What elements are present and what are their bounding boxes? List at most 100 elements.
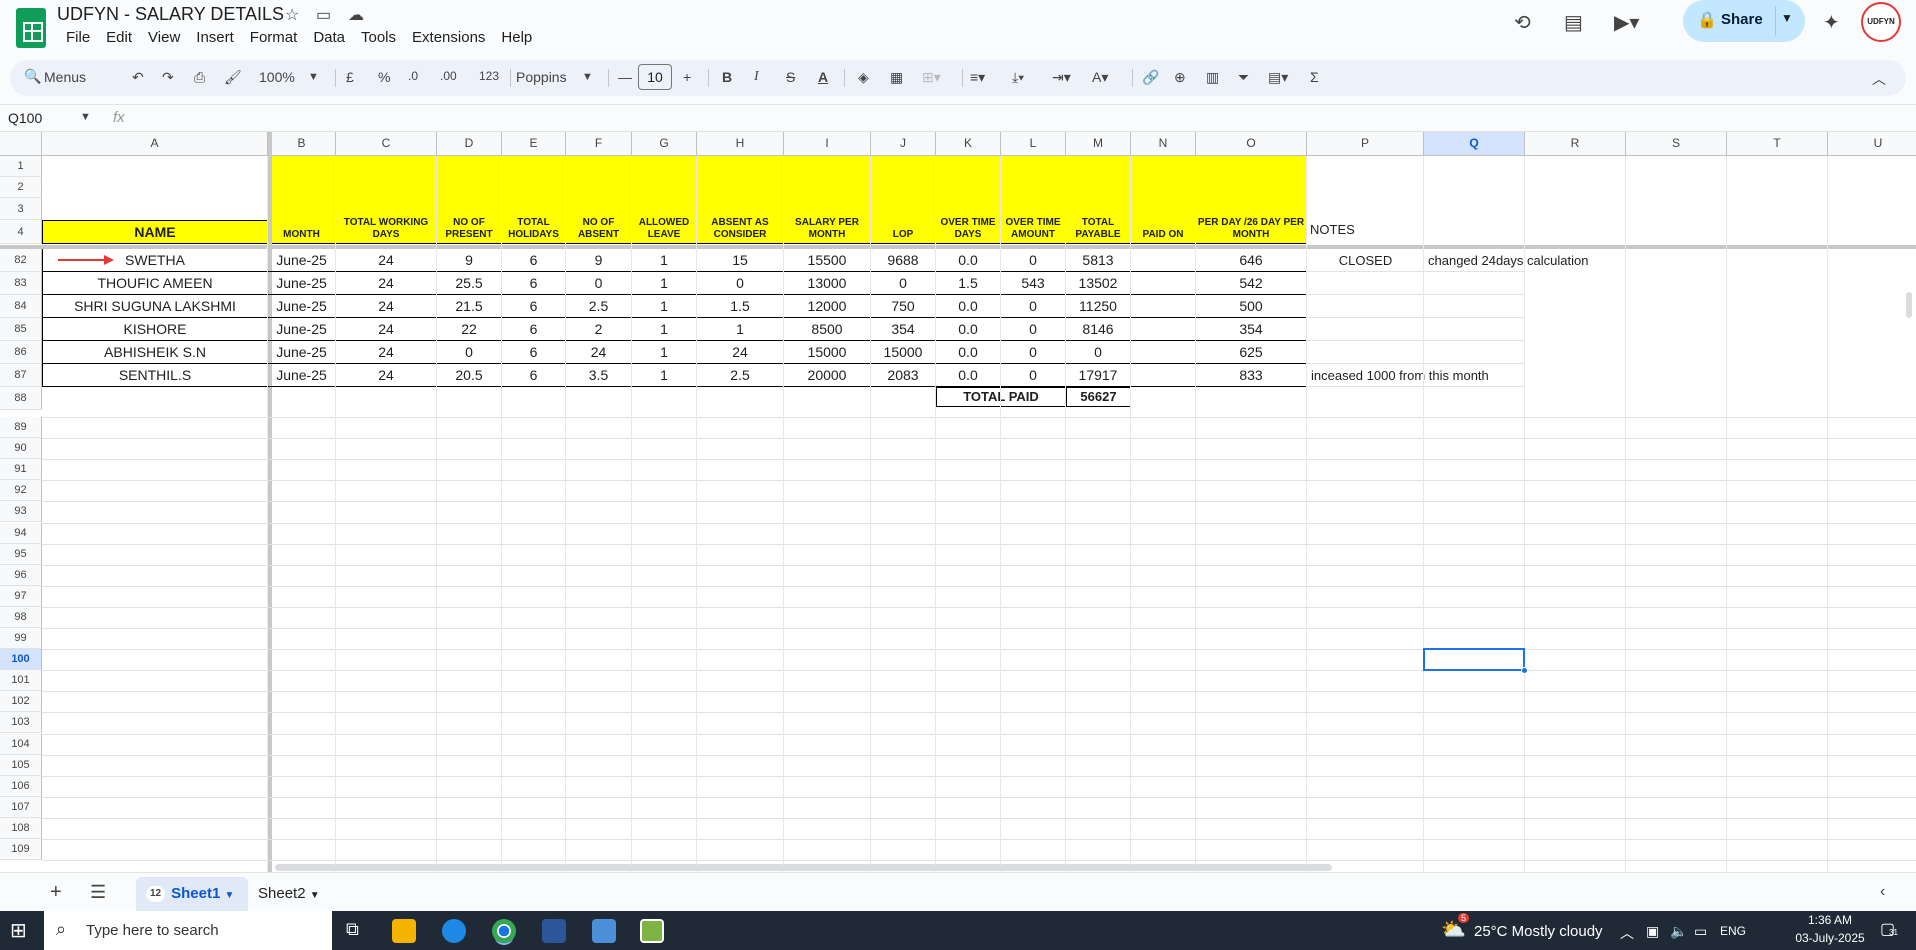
cell-month[interactable]: June-25 <box>268 295 336 318</box>
fill-color-icon[interactable]: ◈ <box>858 69 869 86</box>
menu-view[interactable]: View <box>140 28 188 48</box>
cell-lop[interactable]: 354 <box>871 318 936 341</box>
cell-ot-days[interactable]: 0.0 <box>936 249 1001 272</box>
app-icon[interactable] <box>640 919 664 943</box>
cell-note-q[interactable] <box>1424 272 1525 295</box>
sheets-logo-icon[interactable] <box>16 8 46 48</box>
column-header-b[interactable]: B <box>268 132 336 156</box>
cell-note-q[interactable] <box>1424 341 1525 364</box>
text-color-icon[interactable]: A <box>818 69 828 85</box>
column-header-c[interactable]: C <box>336 132 437 156</box>
network-icon[interactable]: ▭ <box>1694 923 1707 940</box>
cell-note-p[interactable] <box>1307 295 1424 318</box>
all-sheets-icon[interactable]: ☰ <box>90 882 106 903</box>
column-header-t[interactable]: T <box>1727 132 1828 156</box>
row-header-82[interactable]: 82 <box>0 249 42 272</box>
cell-allowed[interactable]: 1 <box>632 272 697 295</box>
cell-salary[interactable]: 20000 <box>784 364 871 387</box>
font-size-increase-icon[interactable]: + <box>683 69 691 85</box>
font-select[interactable]: Poppins <box>516 69 567 85</box>
menu-insert[interactable]: Insert <box>188 28 242 48</box>
search-menus[interactable]: 🔍 Menus <box>18 65 128 91</box>
row-header-83[interactable]: 83 <box>0 272 42 295</box>
explore-collapse-icon[interactable]: ‹ <box>1880 883 1885 901</box>
cell-paid-on[interactable] <box>1131 341 1196 364</box>
cell-paid-on[interactable] <box>1131 364 1196 387</box>
row-header-107[interactable]: 107 <box>0 796 42 818</box>
cell-name[interactable]: ABHISHEIK S.N <box>42 341 268 364</box>
cell-holidays[interactable]: 6 <box>502 318 566 341</box>
cell-note-p[interactable] <box>1307 318 1424 341</box>
filter-icon[interactable]: ⏷ <box>1238 69 1249 86</box>
menu-extensions[interactable]: Extensions <box>404 28 493 48</box>
cell-note-q[interactable] <box>1424 318 1525 341</box>
row-header-96[interactable]: 96 <box>0 564 42 586</box>
text-rotation-icon[interactable]: A▾ <box>1092 69 1108 86</box>
cell-holidays[interactable]: 6 <box>502 272 566 295</box>
cell-paid-on[interactable] <box>1131 295 1196 318</box>
cell-lop[interactable]: 9688 <box>871 249 936 272</box>
cell-payable[interactable]: 8146 <box>1066 318 1131 341</box>
cell-salary[interactable]: 15500 <box>784 249 871 272</box>
cell-per-day[interactable]: 625 <box>1196 341 1307 364</box>
cell-consider[interactable]: 2.5 <box>697 364 784 387</box>
cell-absent[interactable]: 2.5 <box>566 295 632 318</box>
control-panel-icon[interactable] <box>592 919 616 943</box>
redo-icon[interactable]: ↷ <box>162 69 174 86</box>
filter-views-icon[interactable]: ▤▾ <box>1268 69 1288 86</box>
file-explorer-icon[interactable] <box>392 919 416 943</box>
cell-consider[interactable]: 24 <box>697 341 784 364</box>
move-folder-icon[interactable]: ▭ <box>316 5 331 25</box>
sheet-tab-sheet1[interactable]: 12 Sheet1 ▼ <box>136 877 248 911</box>
sheet-menu-caret-icon[interactable]: ▼ <box>225 890 235 901</box>
cell-per-day[interactable]: 542 <box>1196 272 1307 295</box>
fill-handle[interactable] <box>1521 667 1528 675</box>
cell-allowed[interactable]: 1 <box>632 364 697 387</box>
cell-payable[interactable]: 13502 <box>1066 272 1131 295</box>
vertical-align-icon[interactable]: ⤓▾ <box>1012 69 1024 86</box>
row-header-88[interactable]: 88 <box>0 387 42 410</box>
select-all-corner[interactable] <box>0 132 42 156</box>
cloud-status-icon[interactable]: ☁ <box>348 5 364 25</box>
row-header-102[interactable]: 102 <box>0 691 42 713</box>
more-formats-button[interactable]: 123 <box>479 69 499 83</box>
add-sheet-icon[interactable]: + <box>50 881 62 904</box>
row-header-3[interactable]: 3 <box>0 198 42 220</box>
row-header-2[interactable]: 2 <box>0 177 42 198</box>
merge-cells-icon[interactable]: ⊞▾ <box>922 69 941 86</box>
strikethrough-icon[interactable]: S <box>786 69 795 85</box>
cell-salary[interactable]: 15000 <box>784 341 871 364</box>
row-header-106[interactable]: 106 <box>0 775 42 797</box>
cell-name[interactable]: SENTHIL.S <box>42 364 268 387</box>
row-header-86[interactable]: 86 <box>0 341 42 364</box>
cell-paid-on[interactable] <box>1131 249 1196 272</box>
insert-comment-icon[interactable]: ⊕ <box>1174 69 1186 86</box>
cell-ot-amount[interactable]: 0 <box>1001 249 1066 272</box>
cell-consider[interactable]: 1 <box>697 318 784 341</box>
zoom-select[interactable]: 100% <box>259 69 295 85</box>
menu-data[interactable]: Data <box>305 28 353 48</box>
row-header-87[interactable]: 87 <box>0 364 42 387</box>
percent-format-button[interactable]: % <box>378 69 390 85</box>
row-header-90[interactable]: 90 <box>0 438 42 460</box>
font-size-input[interactable]: 10 <box>638 64 672 90</box>
print-icon[interactable]: ⎙ <box>194 69 205 86</box>
cell-present[interactable]: 20.5 <box>437 364 502 387</box>
increase-decimal-button[interactable]: .00 <box>440 69 457 83</box>
cell-ot-days[interactable]: 0.0 <box>936 318 1001 341</box>
cell-per-day[interactable]: 646 <box>1196 249 1307 272</box>
tray-expand-icon[interactable]: ︿ <box>1620 923 1634 943</box>
cell-month[interactable]: June-25 <box>268 364 336 387</box>
column-header-d[interactable]: D <box>437 132 502 156</box>
cell-ot-amount[interactable]: 543 <box>1001 272 1066 295</box>
cell-allowed[interactable]: 1 <box>632 341 697 364</box>
cell-present[interactable]: 0 <box>437 341 502 364</box>
row-header-104[interactable]: 104 <box>0 733 42 755</box>
menu-help[interactable]: Help <box>493 28 540 48</box>
column-header-j[interactable]: J <box>871 132 936 156</box>
font-size-decrease-icon[interactable]: — <box>618 69 632 85</box>
cell-twd[interactable]: 24 <box>336 249 437 272</box>
share-dropdown-icon[interactable]: ▼ <box>1781 11 1793 25</box>
taskbar-search[interactable]: ⌕ Type here to search <box>44 911 332 950</box>
column-header-u[interactable]: U <box>1828 132 1916 156</box>
